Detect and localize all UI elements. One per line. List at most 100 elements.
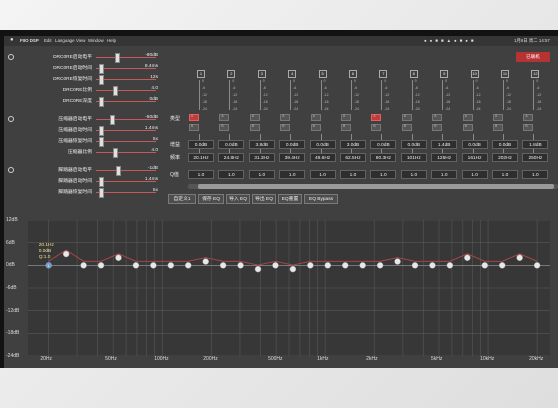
menu-window[interactable]: Window bbox=[88, 38, 104, 43]
channel-number[interactable]: 3 bbox=[257, 70, 266, 78]
eq-q-cell[interactable]: 1.0 bbox=[522, 170, 549, 179]
menu-help[interactable]: Help bbox=[107, 38, 116, 43]
eq-q-cell[interactable]: 1.0 bbox=[188, 170, 214, 179]
eq-gain-cell[interactable]: 0.0dB bbox=[400, 140, 427, 149]
eq-freq-cell[interactable]: 161Hz bbox=[461, 153, 488, 162]
export-eq-button[interactable]: 导出 EQ bbox=[252, 194, 276, 204]
eq-gain-cell[interactable]: 0.0dB bbox=[188, 140, 214, 149]
channel-fader[interactable] bbox=[199, 80, 200, 110]
eq-band-handle[interactable] bbox=[341, 262, 349, 269]
menu-view[interactable]: View bbox=[76, 38, 85, 43]
channel-number[interactable]: 1 bbox=[197, 70, 205, 78]
eq-band-handle[interactable] bbox=[324, 262, 332, 269]
channel-number[interactable]: 11 bbox=[501, 70, 509, 78]
eq-gain-cell[interactable]: 0.0dB bbox=[218, 140, 245, 149]
eq-band-handle[interactable] bbox=[115, 254, 122, 262]
eq-gain-cell[interactable]: 0.0dB bbox=[309, 140, 336, 149]
channel-fader[interactable] bbox=[533, 80, 535, 110]
eq-band-handle[interactable] bbox=[533, 262, 541, 269]
channel-number[interactable]: 10 bbox=[470, 70, 479, 78]
channel-fader[interactable] bbox=[229, 80, 231, 110]
eq-freq-cell[interactable]: 202Hz bbox=[492, 153, 518, 162]
eq-band-handle[interactable] bbox=[481, 262, 489, 269]
eq-gain-cell[interactable]: 0.0dB bbox=[370, 140, 397, 149]
import-eq-button[interactable]: 导入 EQ bbox=[226, 194, 250, 204]
scrollbar-thumb[interactable] bbox=[198, 184, 554, 189]
channel-fader[interactable] bbox=[472, 80, 474, 110]
eq-q-cell[interactable]: 1.0 bbox=[340, 170, 366, 179]
reset-eq-button[interactable]: EQ重置 bbox=[278, 194, 302, 204]
app-name[interactable]: FIIO DSP bbox=[20, 38, 39, 43]
eq-band-handle[interactable] bbox=[150, 262, 157, 269]
eq-gain-cell[interactable]: 3.8dB bbox=[248, 140, 275, 149]
channel-number[interactable]: 6 bbox=[349, 70, 357, 78]
channel-number[interactable]: 5 bbox=[318, 70, 327, 78]
eq-q-cell[interactable]: 1.0 bbox=[370, 170, 397, 179]
slider-handle[interactable] bbox=[99, 188, 104, 198]
eq-freq-cell[interactable]: 39.4Hz bbox=[279, 153, 306, 162]
menu-language[interactable]: Language bbox=[55, 38, 75, 43]
eq-band-handle[interactable] bbox=[132, 262, 140, 269]
slider-handle[interactable] bbox=[99, 75, 104, 85]
eq-freq-cell[interactable]: 24.8Hz bbox=[218, 153, 245, 162]
slider-handle[interactable] bbox=[99, 64, 104, 74]
slider-handle[interactable] bbox=[99, 97, 104, 107]
eq-table-scrollbar[interactable] bbox=[188, 184, 558, 189]
channel-fader[interactable] bbox=[259, 80, 261, 110]
eq-band-handle[interactable] bbox=[254, 265, 262, 273]
eq-band-handle[interactable] bbox=[62, 250, 70, 258]
save-eq-button[interactable]: 保存 EQ bbox=[198, 194, 224, 204]
eq-freq-cell[interactable]: 80.3Hz bbox=[370, 153, 397, 162]
slider-handle[interactable] bbox=[99, 137, 104, 147]
eq-band-handle[interactable] bbox=[394, 258, 401, 265]
eq-band-handle[interactable] bbox=[289, 265, 297, 273]
section-radio[interactable] bbox=[8, 167, 14, 173]
eq-q-cell[interactable]: 1.0 bbox=[431, 170, 458, 179]
eq-q-cell[interactable]: 1.0 bbox=[400, 170, 427, 179]
eq-band-handle[interactable] bbox=[272, 262, 279, 269]
eq-gain-cell[interactable]: 3.0dB bbox=[340, 140, 366, 149]
eq-band-handle[interactable] bbox=[167, 262, 175, 269]
section-radio[interactable] bbox=[8, 54, 14, 60]
eq-gain-cell[interactable]: 1.4dB bbox=[431, 140, 458, 149]
eq-band-handle[interactable] bbox=[219, 262, 227, 269]
channel-number[interactable]: 12 bbox=[531, 70, 540, 78]
eq-band-handle[interactable] bbox=[97, 262, 105, 269]
eq-band-handle[interactable] bbox=[80, 262, 87, 269]
channel-fader[interactable] bbox=[290, 80, 292, 110]
eq-q-cell[interactable]: 1.0 bbox=[218, 170, 245, 179]
eq-band-handle[interactable] bbox=[307, 262, 314, 269]
connection-button[interactable]: 已联机 bbox=[516, 52, 550, 62]
preset-select[interactable]: 自定义1 bbox=[168, 194, 196, 204]
eq-bypass-button[interactable]: EQ Bypass bbox=[304, 194, 338, 204]
eq-freq-cell[interactable]: 31.3Hz bbox=[248, 153, 275, 162]
eq-freq-cell[interactable]: 101Hz bbox=[400, 153, 427, 162]
channel-fader[interactable] bbox=[381, 80, 383, 110]
eq-gain-cell[interactable]: 1.8dB bbox=[522, 140, 549, 149]
channel-fader[interactable] bbox=[411, 80, 413, 110]
section-radio[interactable] bbox=[8, 116, 14, 122]
eq-freq-cell[interactable]: 250Hz bbox=[522, 153, 549, 162]
channel-fader[interactable] bbox=[351, 80, 352, 110]
eq-band-handle[interactable] bbox=[359, 262, 366, 269]
channel-number[interactable]: 8 bbox=[409, 70, 418, 78]
channel-number[interactable]: 7 bbox=[379, 70, 388, 78]
eq-graph[interactable]: 1 bbox=[28, 219, 550, 357]
eq-gain-cell[interactable]: 0.0dB bbox=[461, 140, 488, 149]
channel-fader[interactable] bbox=[442, 80, 444, 110]
eq-band-handle[interactable] bbox=[429, 262, 436, 269]
eq-band-handle[interactable] bbox=[411, 262, 419, 269]
eq-band-handle[interactable] bbox=[237, 262, 244, 269]
eq-freq-cell[interactable]: 62.5Hz bbox=[340, 153, 366, 162]
slider-handle[interactable] bbox=[110, 115, 116, 125]
channel-fader[interactable] bbox=[320, 80, 322, 110]
eq-band-handle[interactable] bbox=[184, 262, 192, 269]
eq-freq-cell[interactable]: 49.6Hz bbox=[309, 153, 336, 162]
channel-number[interactable]: 2 bbox=[227, 70, 236, 78]
channel-number[interactable]: 4 bbox=[288, 70, 297, 78]
eq-q-cell[interactable]: 1.0 bbox=[461, 170, 488, 179]
eq-gain-cell[interactable]: 0.0dB bbox=[492, 140, 518, 149]
eq-q-cell[interactable]: 1.0 bbox=[279, 170, 306, 179]
channel-fader[interactable] bbox=[503, 80, 504, 110]
channel-number[interactable]: 9 bbox=[440, 70, 449, 78]
